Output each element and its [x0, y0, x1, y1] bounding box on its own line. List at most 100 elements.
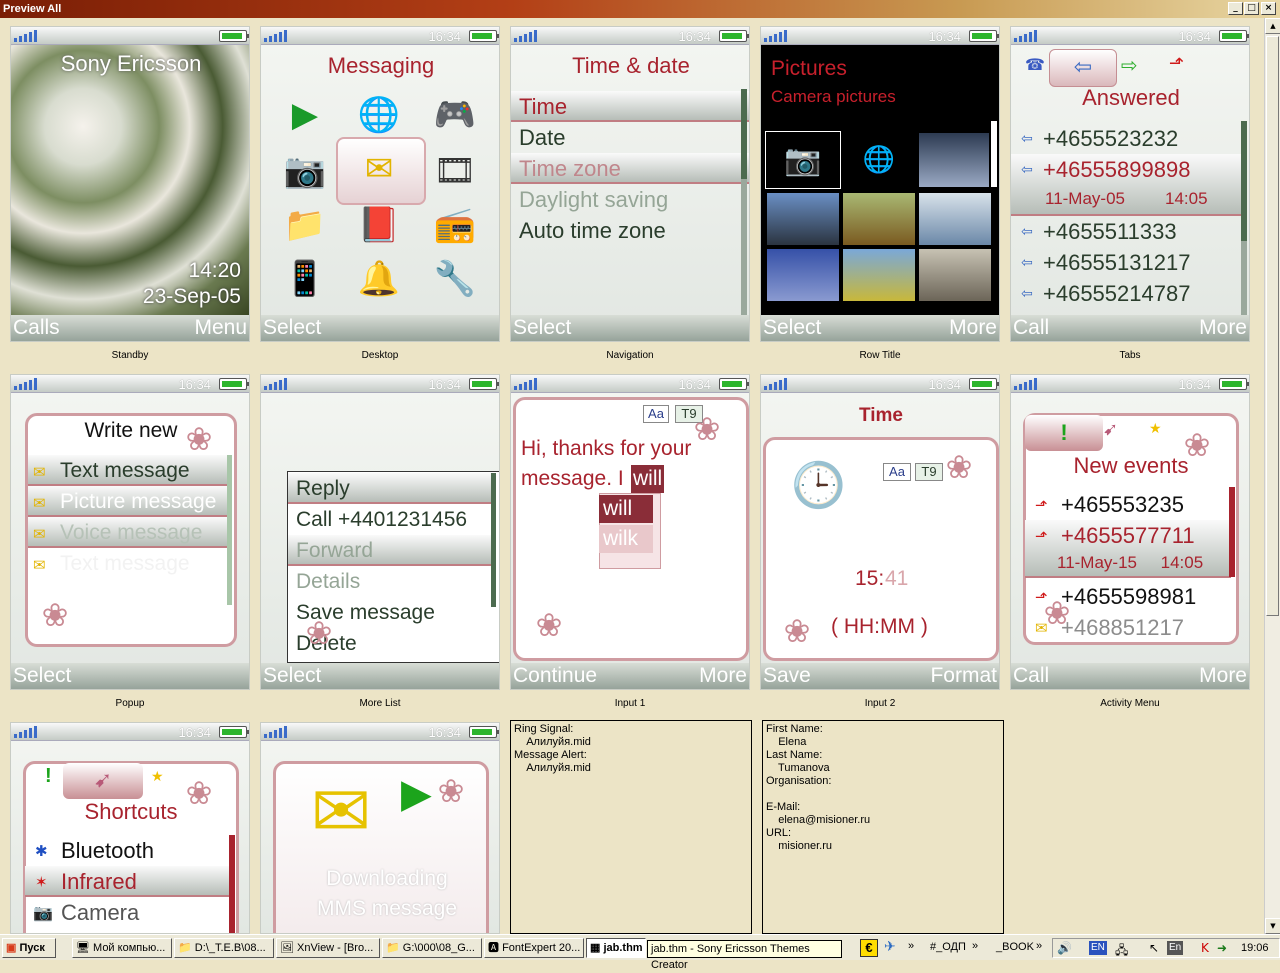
list-item[interactable]: +46555214787 — [1011, 278, 1249, 309]
softkey-right[interactable]: Menu — [194, 315, 247, 341]
scrollbar-track[interactable] — [741, 89, 747, 315]
input1-screen[interactable]: 16:34 Aa T9 ❀ Hi, thanks for your messag… — [510, 374, 750, 690]
tab-bookmarks-icon[interactable]: ★ — [1149, 421, 1162, 437]
folder-icon[interactable]: 📁 — [279, 203, 331, 247]
taskbar-item-explorer-g[interactable]: 📁 G:\000\08_G... — [382, 938, 482, 958]
softkey-left[interactable]: Continue — [513, 663, 597, 689]
time-hours[interactable]: 15: — [855, 567, 884, 591]
vertical-scrollbar[interactable]: ▲ ▼ — [1264, 18, 1280, 934]
chevron-icon[interactable]: » — [908, 940, 914, 952]
softkey-right[interactable]: More — [949, 315, 997, 341]
chevron-icon[interactable]: » — [1036, 940, 1042, 952]
taskbar-item-explorer-d[interactable]: 📁 D:\_T.E.B\08... — [174, 938, 274, 958]
contacts-book-icon[interactable]: 📕 — [353, 203, 405, 247]
menu-item-auto-time-zone[interactable]: Auto time zone — [511, 215, 749, 246]
list-item[interactable]: +465553235 — [1025, 489, 1231, 520]
language-indicator[interactable]: EN — [1089, 941, 1107, 955]
toolbar-book[interactable]: _BOOK — [996, 941, 1034, 953]
download-manager-icon[interactable]: ➜ — [1217, 941, 1227, 955]
standby-screen[interactable]: Sony Ericsson 14:20 23-Sep-05 Calls Menu — [10, 26, 250, 342]
cursor-icon[interactable]: ↖ — [1149, 941, 1159, 955]
menu-item-picture-message[interactable]: Picture message — [28, 486, 228, 517]
list-scrollbar[interactable] — [1229, 487, 1235, 577]
tab-new-events-icon[interactable]: ! — [45, 765, 52, 788]
tab-shortcuts-icon[interactable]: ➹ — [1103, 419, 1118, 440]
softkey-right[interactable]: Format — [930, 663, 997, 689]
more-list-screen[interactable]: 16:34 Reply Call +4401231456 Forward Det… — [260, 374, 500, 690]
scrollbar-track[interactable] — [1241, 121, 1247, 317]
menu-item-text-message-2[interactable]: Text message — [28, 548, 228, 579]
alarm-calendar-icon[interactable]: 🔔 — [353, 257, 405, 301]
photo-thumbnail[interactable] — [919, 193, 991, 245]
menu-item-daylight-saving[interactable]: Daylight saving — [511, 184, 749, 215]
minimize-button[interactable]: _ — [1228, 2, 1243, 15]
taskbar-item-my-computer[interactable]: 🖥 Мой компью... — [72, 938, 172, 958]
menu-item-forward[interactable]: Forward — [288, 535, 492, 566]
time-minutes[interactable]: 41 — [885, 567, 908, 591]
volume-icon[interactable]: 🔊 — [1057, 941, 1072, 955]
photo-thumbnail[interactable] — [843, 193, 915, 245]
tab-phone-icon[interactable]: ☎ — [1025, 55, 1045, 74]
softkey-left[interactable]: Select — [513, 315, 571, 341]
softkey-left[interactable]: Calls — [13, 315, 60, 341]
softkey-right[interactable]: More — [1199, 315, 1247, 341]
navigation-screen[interactable]: 16:34 Time & date Time Date Time zone Da… — [510, 26, 750, 342]
radio-icon[interactable]: 📻 — [429, 203, 481, 247]
maximize-button[interactable]: □ — [1244, 2, 1259, 15]
globe-icon[interactable]: 🌐 — [353, 93, 405, 137]
tab-new-events-icon[interactable]: ! — [1025, 415, 1103, 451]
activity-menu-screen[interactable]: 16:34 ! ➹ ★ ❀ New events +465553235 +465… — [1010, 374, 1250, 690]
camera-icon[interactable]: 📷 — [279, 149, 331, 193]
quick-launch-tool-icon[interactable]: ✈ — [884, 939, 896, 955]
case-aa-button[interactable]: Aa — [883, 463, 911, 481]
popup-screen[interactable]: 16:34 Write new ❀ Text message Picture m… — [10, 374, 250, 690]
scroll-thumb[interactable] — [1266, 36, 1279, 616]
tab-missed-icon[interactable]: ⬏ — [1169, 53, 1184, 74]
scroll-down-icon[interactable]: ▼ — [1265, 918, 1280, 934]
film-icon[interactable]: 🎞 — [429, 149, 481, 193]
camera-folder-icon[interactable]: 📷 — [765, 131, 841, 189]
shortcut-item-bluetooth[interactable]: Bluetooth — [25, 835, 231, 866]
list-item[interactable]: +46555899898 — [1011, 154, 1243, 185]
messaging-envelope-icon[interactable]: ✉ — [353, 147, 405, 191]
softkey-left[interactable]: Select — [263, 315, 321, 341]
menu-item-date[interactable]: Date — [511, 122, 749, 153]
list-item[interactable]: +4655511333 — [1011, 216, 1249, 247]
play-icon[interactable]: ▶ — [279, 93, 331, 137]
menu-item-details[interactable]: Details — [288, 566, 492, 597]
input2-screen[interactable]: 16:34 Time 🕒 Aa T9 ❀ 15: 41 ❀ ( HH:MM ) … — [760, 374, 1000, 690]
row-title-screen[interactable]: 16:34 Pictures Camera pictures 📷 🌐 Selec… — [760, 26, 1000, 342]
t9-button[interactable]: T9 — [915, 463, 943, 481]
keyboard-layout-indicator[interactable]: En — [1167, 941, 1184, 955]
tabs-screen[interactable]: 16:34 ☎ ⇦ ⇨ ⬏ Answered +4655523232 +4655… — [1010, 26, 1250, 342]
softkey-left[interactable]: Call — [1013, 663, 1049, 689]
photo-thumbnail[interactable] — [919, 249, 991, 301]
tab-shortcuts-icon[interactable]: ➹ — [63, 763, 143, 799]
toolbar-odp[interactable]: #_ОДП — [930, 941, 966, 953]
scroll-up-icon[interactable]: ▲ — [1265, 18, 1280, 34]
network-icon[interactable]: 🖧 — [1115, 941, 1128, 962]
antivirus-icon[interactable]: K — [1201, 941, 1209, 955]
softkey-right[interactable]: More — [699, 663, 747, 689]
downloading-screen[interactable]: 16:34 ✉ ▶ ❀ Downloading MMS message — [260, 722, 500, 934]
list-item[interactable]: +46555131217 — [1011, 247, 1249, 278]
tab-answered-icon[interactable]: ⇦ — [1049, 49, 1117, 87]
settings-wrench-icon[interactable]: 🔧 — [429, 257, 481, 301]
popup-scrollbar[interactable] — [227, 455, 232, 605]
softkey-left[interactable]: Save — [763, 663, 811, 689]
suggestion-item[interactable]: will — [599, 495, 653, 523]
list-item[interactable]: +4655523232 — [1011, 123, 1249, 154]
scrollbar-thumb[interactable] — [991, 121, 997, 187]
quick-launch-app-icon[interactable]: € — [860, 939, 878, 957]
list-scrollbar[interactable] — [491, 473, 496, 607]
start-button[interactable]: ▣ Пуск — [2, 938, 56, 958]
softkey-left[interactable]: Select — [763, 315, 821, 341]
list-item[interactable]: +4655577711 — [1025, 520, 1231, 551]
globe-icon[interactable]: 🌐 — [843, 131, 915, 189]
softkey-left[interactable]: Select — [13, 663, 71, 689]
menu-item-time-zone[interactable]: Time zone — [511, 153, 749, 184]
menu-item-voice-message[interactable]: Voice message — [28, 517, 228, 548]
taskbar-item-themes-creator[interactable]: ▦ jab.thm — [586, 938, 646, 958]
softkey-left[interactable]: Call — [1013, 315, 1049, 341]
shortcuts-screen[interactable]: 16:34 ! ➹ ★ ❀ Shortcuts Bluetooth Infrar… — [10, 722, 250, 934]
